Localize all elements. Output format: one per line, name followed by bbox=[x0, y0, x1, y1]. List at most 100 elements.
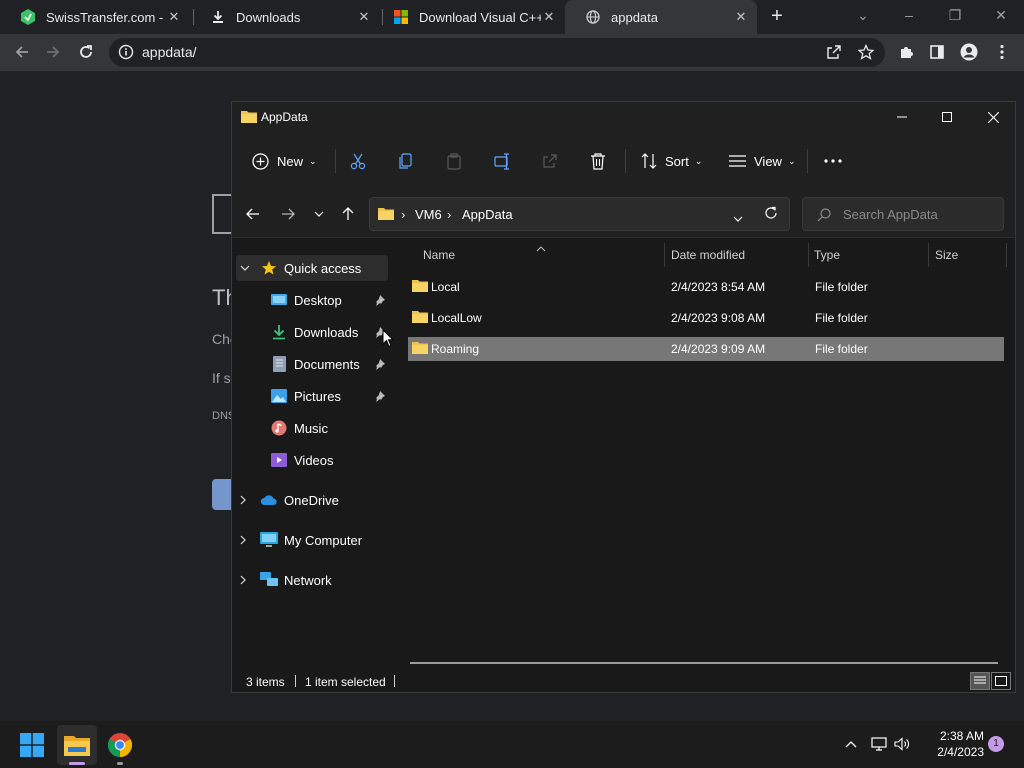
nav-pictures[interactable]: Pictures bbox=[270, 383, 341, 409]
minimize-icon[interactable]: – bbox=[898, 4, 920, 26]
tab-visual-cpp[interactable]: Download Visual C++ ✕ bbox=[373, 0, 565, 34]
file-row-local[interactable]: Local 2/4/2023 8:54 AM File folder bbox=[408, 275, 1004, 299]
new-button[interactable]: New ⌄ bbox=[252, 147, 317, 175]
profile-avatar-icon[interactable] bbox=[959, 42, 979, 62]
reload-icon[interactable] bbox=[76, 42, 96, 62]
info-icon[interactable] bbox=[118, 44, 134, 60]
kebab-menu-icon[interactable] bbox=[992, 42, 1012, 62]
rename-button[interactable] bbox=[494, 147, 511, 175]
extensions-puzzle-icon[interactable] bbox=[896, 42, 916, 62]
notification-badge[interactable]: 1 bbox=[988, 736, 1004, 752]
new-tab-button[interactable]: + bbox=[766, 5, 788, 27]
nav-videos[interactable]: Videos bbox=[270, 447, 334, 473]
address-dropdown-chevron-icon[interactable] bbox=[733, 209, 743, 227]
explorer-title-bar[interactable]: AppData bbox=[232, 102, 1015, 132]
show-hidden-icons-chevron-icon[interactable] bbox=[842, 735, 860, 753]
nav-documents[interactable]: Documents bbox=[270, 351, 360, 377]
column-divider[interactable] bbox=[1006, 243, 1007, 267]
divider bbox=[625, 149, 626, 173]
system-clock[interactable]: 2:38 AM 2/4/2023 bbox=[920, 728, 984, 760]
more-options-button[interactable] bbox=[824, 147, 842, 175]
view-label: View bbox=[754, 153, 782, 169]
refresh-icon[interactable] bbox=[764, 206, 778, 225]
volume-icon[interactable] bbox=[893, 735, 911, 753]
chevron-down-icon: ⌄ bbox=[309, 155, 317, 166]
breadcrumb-appdata[interactable]: AppData bbox=[462, 207, 513, 222]
forward-button[interactable] bbox=[278, 204, 298, 224]
maximize-button[interactable] bbox=[924, 102, 970, 132]
nav-onedrive[interactable]: OneDrive bbox=[240, 487, 339, 513]
back-button[interactable] bbox=[243, 204, 263, 224]
column-header-name[interactable]: Name bbox=[423, 248, 455, 262]
sort-button[interactable]: Sort ⌄ bbox=[641, 147, 702, 175]
close-icon[interactable]: ✕ bbox=[356, 9, 372, 25]
file-date: 2/4/2023 8:54 AM bbox=[671, 280, 766, 294]
taskbar-chrome[interactable] bbox=[100, 725, 140, 765]
address-bar[interactable]: appdata/ bbox=[109, 38, 885, 67]
cut-button[interactable] bbox=[350, 147, 366, 175]
nav-my-computer[interactable]: My Computer bbox=[240, 527, 362, 553]
download-icon bbox=[210, 9, 226, 25]
restore-icon[interactable]: ❐ bbox=[944, 4, 966, 26]
onedrive-cloud-icon bbox=[260, 491, 278, 509]
close-window-icon[interactable]: ✕ bbox=[990, 4, 1012, 26]
column-header-date-modified[interactable]: Date modified bbox=[671, 248, 745, 262]
horizontal-scrollbar[interactable] bbox=[410, 662, 998, 664]
search-icon bbox=[817, 208, 831, 227]
pin-icon[interactable] bbox=[374, 295, 386, 307]
computer-icon bbox=[260, 531, 278, 549]
tab-appdata[interactable]: appdata ✕ bbox=[565, 0, 757, 34]
breadcrumb-separator-icon[interactable]: › bbox=[401, 207, 405, 222]
breadcrumb-vm6[interactable]: VM6 bbox=[415, 207, 442, 222]
close-icon[interactable]: ✕ bbox=[166, 9, 182, 25]
tab-swisstransfer[interactable]: SwissTransfer.com - Se ✕ bbox=[0, 0, 190, 34]
tab-title: SwissTransfer.com - Se bbox=[46, 9, 166, 25]
divider bbox=[807, 149, 808, 173]
address-bar[interactable]: › VM6 › AppData bbox=[369, 197, 790, 231]
close-icon[interactable]: ✕ bbox=[733, 9, 749, 25]
search-box[interactable]: Search AppData bbox=[802, 197, 1004, 231]
large-icons-view-button[interactable] bbox=[991, 672, 1011, 690]
nav-desktop[interactable]: Desktop bbox=[270, 287, 342, 313]
forward-icon[interactable] bbox=[43, 42, 63, 62]
share-button[interactable] bbox=[542, 147, 558, 175]
nav-downloads[interactable]: Downloads bbox=[270, 319, 358, 345]
file-row-locallow[interactable]: LocalLow 2/4/2023 9:08 AM File folder bbox=[408, 306, 1004, 330]
command-bar: New ⌄ Sort ⌄ View ⌄ bbox=[232, 132, 1015, 190]
network-status-icon[interactable] bbox=[870, 735, 888, 753]
column-header-type[interactable]: Type bbox=[814, 248, 840, 262]
nav-music[interactable]: Music bbox=[270, 415, 328, 441]
chevron-down-icon: ⌄ bbox=[787, 155, 796, 166]
column-divider[interactable] bbox=[808, 243, 809, 267]
side-panel-icon[interactable] bbox=[927, 42, 947, 62]
details-view-button[interactable] bbox=[970, 672, 990, 690]
trash-icon bbox=[590, 152, 606, 170]
column-divider[interactable] bbox=[928, 243, 929, 267]
delete-button[interactable] bbox=[590, 147, 606, 175]
pin-icon[interactable] bbox=[374, 391, 386, 403]
back-icon[interactable] bbox=[12, 42, 32, 62]
share-icon[interactable] bbox=[824, 42, 844, 62]
tab-search-chevron-icon[interactable]: ⌄ bbox=[852, 4, 874, 26]
file-row-roaming[interactable]: Roaming 2/4/2023 9:09 AM File folder bbox=[408, 337, 1004, 361]
nav-network[interactable]: Network bbox=[240, 567, 332, 593]
view-button[interactable]: View ⌄ bbox=[729, 147, 796, 175]
tab-downloads[interactable]: Downloads ✕ bbox=[190, 0, 380, 34]
close-button[interactable] bbox=[970, 102, 1016, 132]
up-button[interactable] bbox=[338, 204, 358, 224]
breadcrumb-separator-icon[interactable]: › bbox=[447, 207, 451, 222]
column-divider[interactable] bbox=[664, 243, 665, 267]
bookmark-star-icon[interactable] bbox=[856, 42, 876, 62]
paste-button[interactable] bbox=[446, 147, 462, 175]
active-app-indicator bbox=[69, 762, 85, 765]
taskbar-file-explorer[interactable] bbox=[57, 725, 97, 765]
pin-icon[interactable] bbox=[374, 359, 386, 371]
recent-locations-chevron-icon[interactable] bbox=[309, 204, 329, 224]
copy-button[interactable] bbox=[398, 147, 414, 175]
column-header-size[interactable]: Size bbox=[935, 248, 958, 262]
sort-label: Sort bbox=[665, 153, 689, 169]
nav-quick-access[interactable]: Quick access bbox=[240, 255, 361, 281]
close-icon[interactable]: ✕ bbox=[541, 9, 557, 25]
start-button[interactable] bbox=[12, 725, 52, 765]
minimize-button[interactable] bbox=[879, 102, 925, 132]
